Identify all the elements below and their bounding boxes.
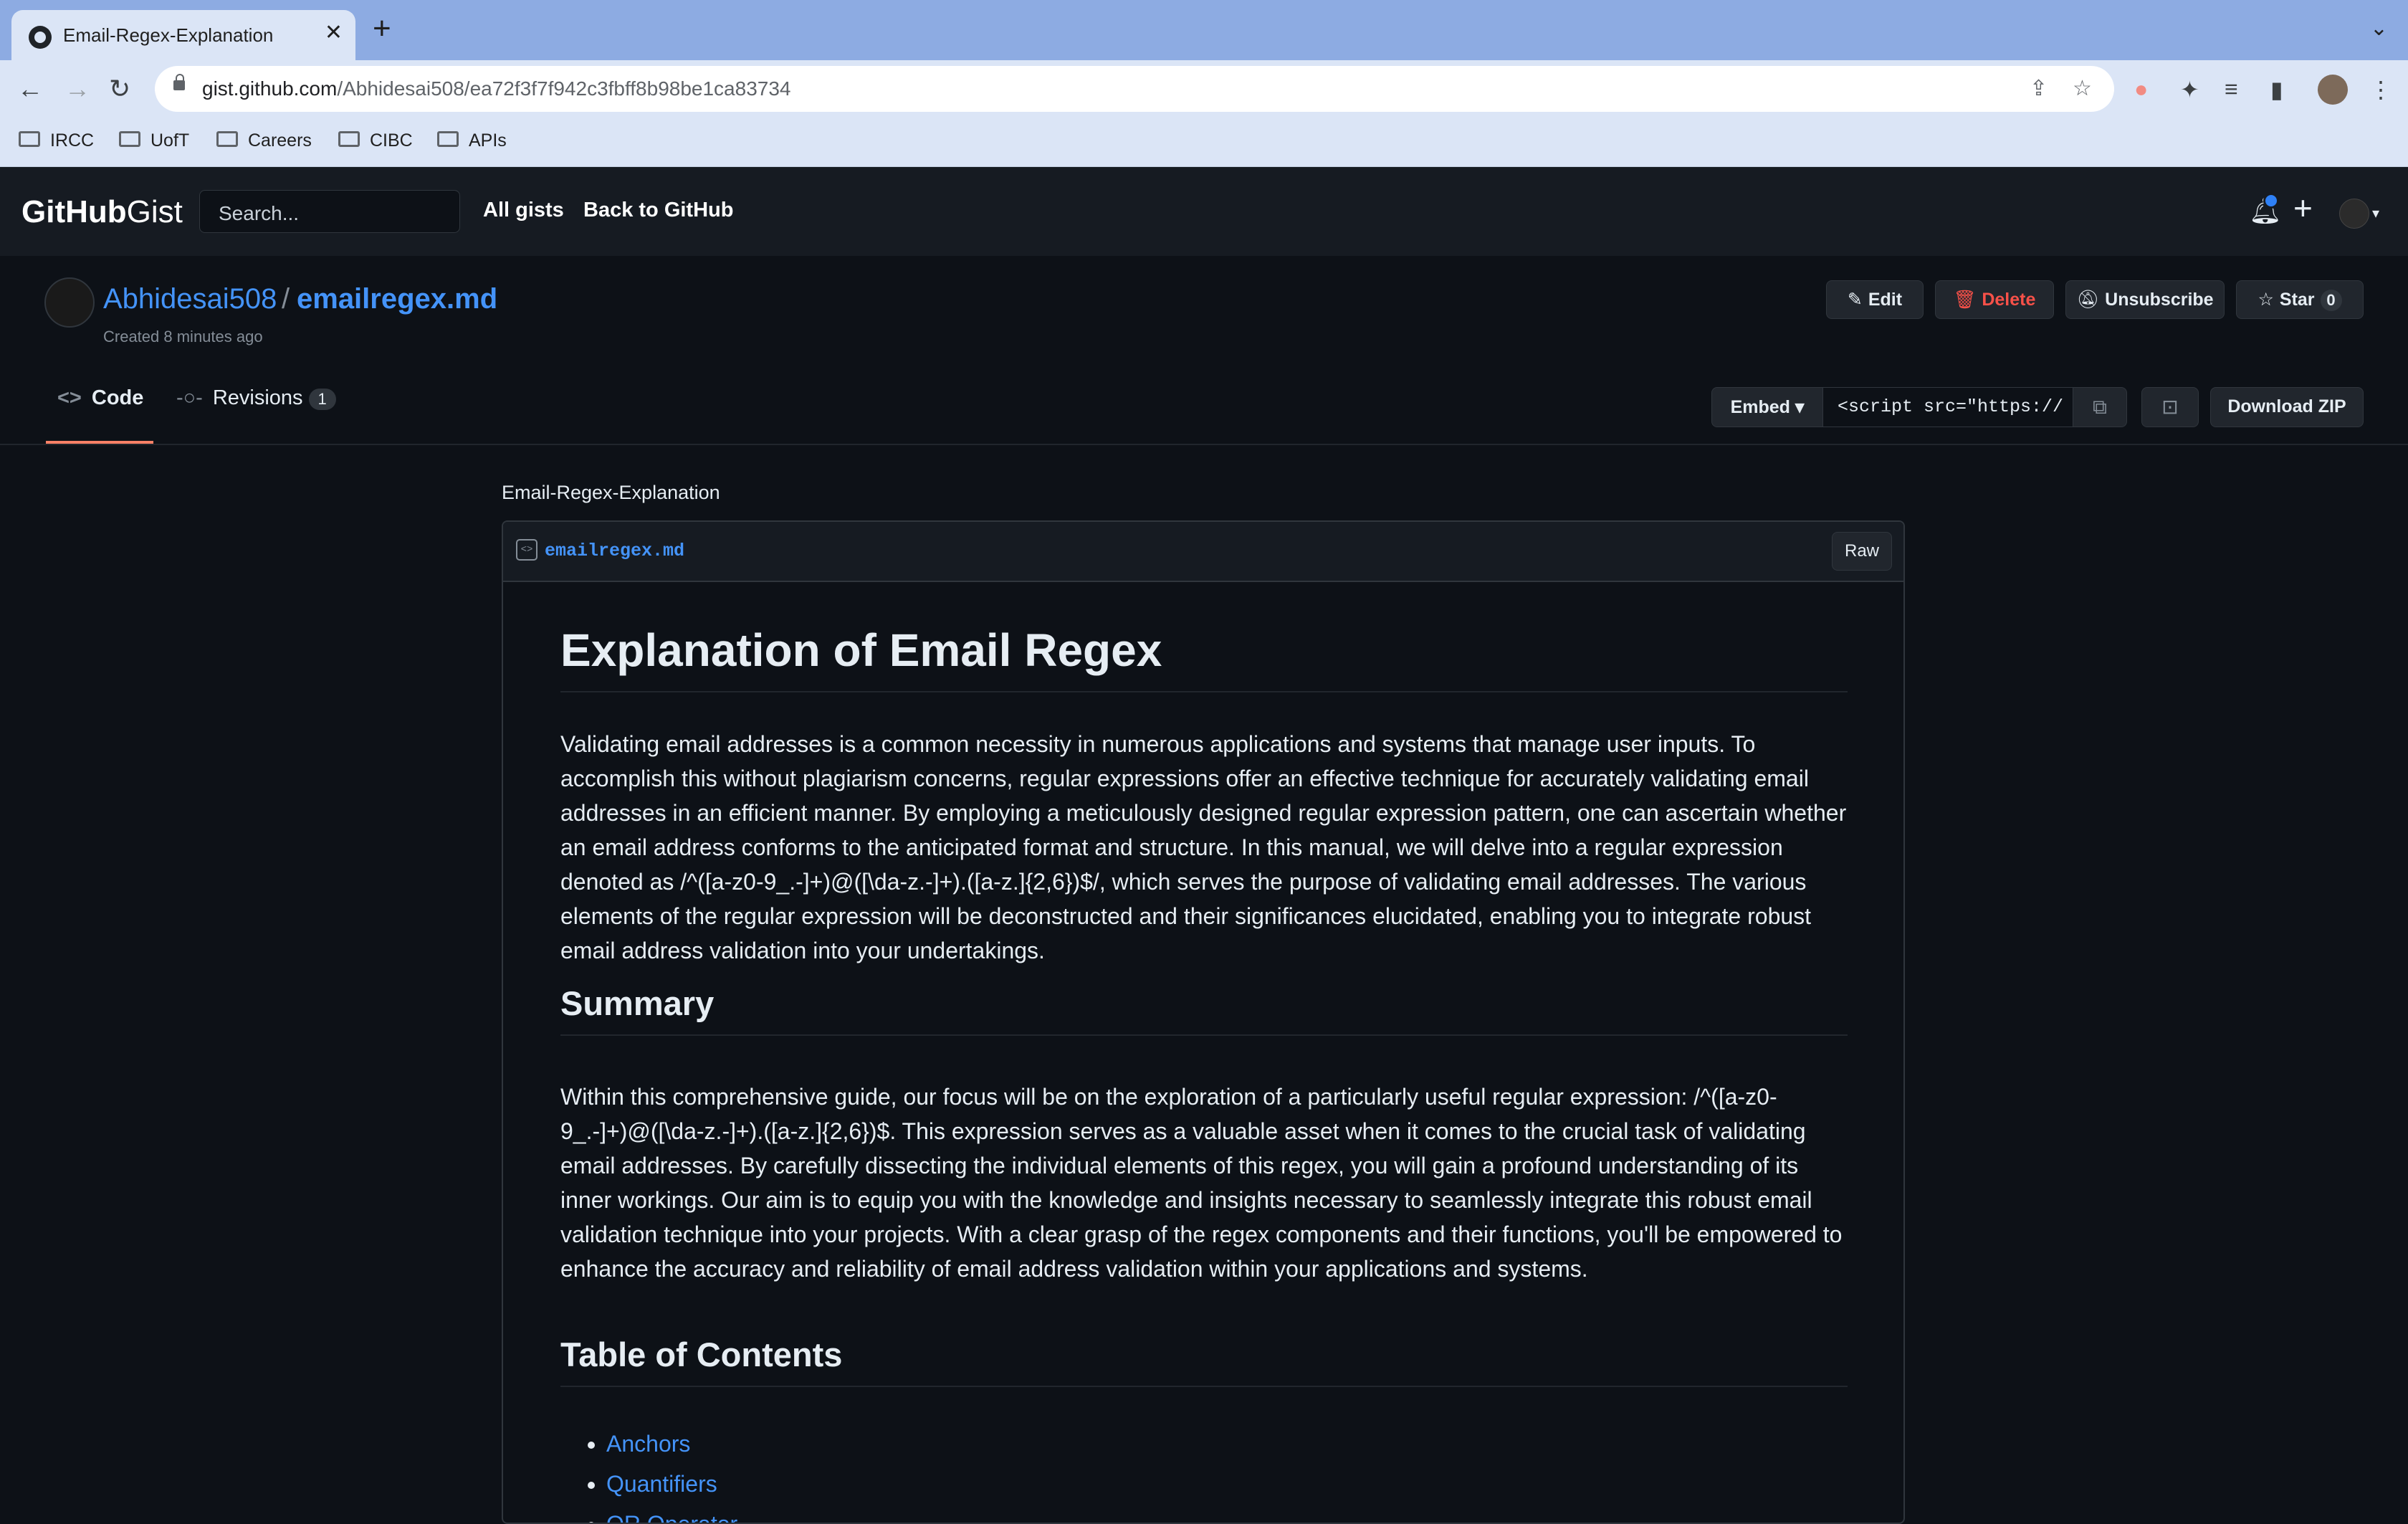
created-timestamp: Created 8 minutes ago — [103, 328, 263, 346]
back-to-github-link[interactable]: Back to GitHub — [583, 199, 733, 222]
back-arrow-icon[interactable]: ← — [17, 73, 43, 105]
embed-code-input[interactable]: <script src="https:// — [1822, 387, 2073, 427]
unsubscribe-button[interactable]: 🔕︎ Unsubscribe — [2065, 280, 2225, 319]
gist-header: Abhidesai508 / emailregex.md Created 8 m… — [0, 256, 2408, 445]
trash-icon: 🗑︎ — [1953, 290, 1977, 310]
search-placeholder: Search... — [219, 202, 300, 224]
tab-revisions[interactable]: -○- Revisions 1 — [176, 378, 348, 444]
path-separator: / — [282, 283, 290, 315]
github-gist-logo[interactable]: GitHubGist — [22, 194, 183, 230]
toc-link-anchors[interactable]: Anchors — [606, 1431, 690, 1457]
folder-icon — [119, 131, 140, 148]
file-name-link[interactable]: emailregex.md — [545, 540, 684, 561]
list-item: Quantifiers — [606, 1464, 737, 1504]
commit-icon: -○- — [176, 386, 203, 409]
gist-description: Email-Regex-Explanation — [502, 482, 720, 503]
tab-code[interactable]: <> Code — [46, 378, 153, 444]
list-item: OR Operator — [606, 1504, 737, 1523]
search-input[interactable]: Search... — [199, 190, 460, 233]
bookmark-folder-uoft[interactable]: UofT — [119, 130, 189, 155]
intro-paragraph: Validating email addresses is a common n… — [560, 731, 1847, 963]
toc-link-or-operator[interactable]: OR Operator — [606, 1511, 737, 1523]
delete-button[interactable]: 🗑︎ Delete — [1935, 280, 2054, 319]
heading-title: Explanation of Email Regex — [560, 624, 1848, 692]
create-plus-icon[interactable]: + — [2293, 191, 2313, 224]
folder-icon — [216, 131, 238, 148]
file-header: <> emailregex.md Raw — [503, 522, 1903, 582]
tab-search-chevron-icon[interactable]: ⌄ — [2370, 16, 2388, 41]
toc-list: Anchors Quantifiers OR Operator — [560, 1424, 737, 1523]
new-tab-icon[interactable]: + — [373, 13, 391, 44]
owner-avatar[interactable] — [44, 277, 95, 328]
star-count: 0 — [2320, 290, 2342, 311]
download-zip-button[interactable]: Download ZIP — [2210, 387, 2364, 427]
raw-button[interactable]: Raw — [1832, 532, 1892, 571]
github-favicon-icon — [29, 26, 52, 49]
pencil-icon: ✎ — [1847, 290, 1863, 310]
browser-tabstrip: Email-Regex-Explanation ✕ + ⌄ — [0, 0, 2408, 60]
media-queue-icon[interactable]: ≡ — [2225, 76, 2238, 103]
embed-select[interactable]: Embed ▾ — [1711, 387, 1823, 427]
all-gists-link[interactable]: All gists — [483, 199, 564, 222]
github-header: GitHubGist Search... All gists Back to G… — [0, 167, 2408, 256]
bookmark-folder-cibc[interactable]: CIBC — [338, 130, 413, 155]
lock-icon[interactable] — [173, 74, 185, 90]
folder-icon — [338, 131, 360, 148]
bell-slash-icon: 🔕︎ — [2076, 290, 2100, 310]
forward-arrow-icon[interactable]: → — [64, 73, 90, 105]
bookmarks-bar: IRCC UofT Careers CIBC APIs — [0, 119, 2408, 167]
address-bar[interactable]: gist.github.com/Abhidesai508/ea72f3f7f94… — [155, 66, 2114, 112]
heading-toc: Table of Contents — [560, 1335, 1848, 1387]
revisions-count: 1 — [308, 389, 336, 410]
copy-icon[interactable]: ⧉ — [2073, 387, 2127, 427]
reload-icon[interactable]: ↻ — [109, 73, 130, 105]
user-avatar[interactable] — [2339, 199, 2369, 229]
edit-button[interactable]: ✎ Edit — [1826, 280, 1924, 319]
star-icon: ☆ — [2258, 290, 2274, 310]
gist-title-link[interactable]: emailregex.md — [297, 283, 497, 315]
open-desktop-icon[interactable]: ⊡ — [2141, 387, 2199, 427]
bookmark-folder-ircc[interactable]: IRCC — [19, 130, 94, 155]
caret-down-icon[interactable]: ▾ — [2372, 204, 2379, 222]
extension-record-icon[interactable]: ● — [2134, 76, 2148, 103]
bookmark-folder-apis[interactable]: APIs — [437, 130, 507, 155]
folder-icon — [437, 131, 459, 148]
side-panel-icon[interactable]: ▮ — [2270, 76, 2283, 103]
code-icon: <> — [57, 386, 82, 409]
browser-tab-active[interactable]: Email-Regex-Explanation ✕ — [11, 10, 355, 60]
share-icon[interactable]: ⇪ — [2030, 76, 2048, 101]
heading-summary: Summary — [560, 984, 1848, 1036]
toc-link-quantifiers[interactable]: Quantifiers — [606, 1471, 717, 1497]
browser-tab-title: Email-Regex-Explanation — [63, 24, 274, 46]
profile-avatar[interactable] — [2318, 75, 2348, 105]
file-code-icon: <> — [516, 539, 538, 561]
browser-menu-icon[interactable]: ⋮ — [2369, 76, 2392, 103]
summary-paragraph: Within this comprehensive guide, our foc… — [560, 1084, 1843, 1282]
bookmark-folder-careers[interactable]: Careers — [216, 130, 312, 155]
list-item: Anchors — [606, 1424, 737, 1464]
notification-indicator — [2263, 193, 2279, 209]
file-container: <> emailregex.md Raw Explanation of Emai… — [502, 520, 1905, 1524]
close-tab-icon[interactable]: ✕ — [325, 20, 343, 45]
folder-icon — [19, 131, 40, 148]
address-url[interactable]: gist.github.com/Abhidesai508/ea72f3f7f94… — [202, 77, 791, 100]
browser-toolbar: ← → ↻ gist.github.com/Abhidesai508/ea72f… — [0, 60, 2408, 119]
extensions-puzzle-icon[interactable]: ✦ — [2180, 76, 2199, 103]
star-button[interactable]: ☆ Star 0 — [2236, 280, 2364, 319]
gist-owner-link[interactable]: Abhidesai508 — [103, 283, 277, 315]
bookmark-star-icon[interactable]: ☆ — [2073, 76, 2092, 101]
